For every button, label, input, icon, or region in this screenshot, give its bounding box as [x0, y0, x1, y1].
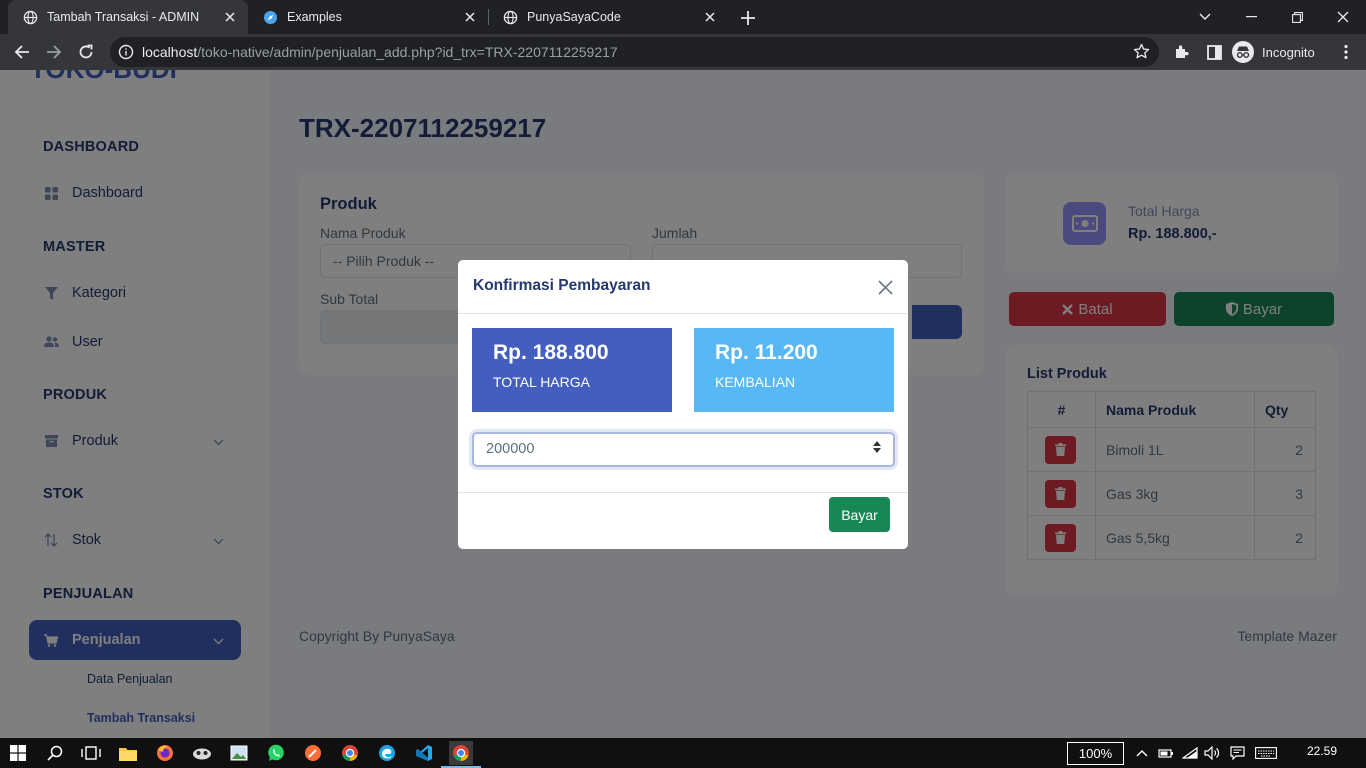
minimize-button[interactable]: [1228, 0, 1274, 34]
new-tab-button[interactable]: [737, 7, 759, 29]
payment-amount-input[interactable]: 200000: [472, 432, 895, 467]
kembalian-caption: KEMBALIAN: [715, 374, 796, 390]
extensions-puzzle-icon[interactable]: [1172, 42, 1192, 62]
chevron-up-icon[interactable]: [1134, 745, 1150, 761]
plus-icon: [741, 11, 755, 25]
arrow-right-icon: [47, 45, 62, 59]
restore-icon: [1291, 11, 1303, 23]
incognito-icon: [1232, 41, 1254, 63]
side-panel-icon[interactable]: [1204, 42, 1224, 62]
payment-amount-value: 200000: [486, 441, 535, 457]
modal-bayar-button[interactable]: Bayar: [829, 497, 890, 532]
vscode-button[interactable]: [412, 741, 436, 765]
windows-logo-icon: [10, 745, 26, 761]
photos-app-button[interactable]: [227, 741, 251, 765]
tab-examples[interactable]: Examples: [248, 0, 488, 34]
image-app-icon: [230, 745, 248, 761]
payment-confirmation-modal: Konfirmasi Pembayaran Rp. 188.800 TOTAL …: [458, 260, 908, 549]
system-clock[interactable]: 22.59: [1307, 744, 1337, 758]
task-view-icon: [81, 746, 101, 760]
chrome-icon: [342, 745, 358, 761]
profile-label: Incognito: [1262, 44, 1315, 60]
close-icon[interactable]: [462, 9, 478, 25]
edge-app-button[interactable]: [375, 741, 399, 765]
arrow-left-icon: [14, 45, 29, 59]
tab-tambah-transaksi[interactable]: Tambah Transaksi - ADMIN: [8, 0, 248, 34]
tab-title: Tambah Transaksi - ADMIN: [47, 10, 200, 24]
close-icon: [1337, 11, 1349, 23]
url-path: /toko-native/admin/penjualan_add.php?id_…: [197, 44, 618, 60]
close-icon[interactable]: [702, 9, 718, 25]
volume-icon[interactable]: [1204, 745, 1220, 761]
app-icon: [193, 748, 211, 760]
search-button[interactable]: [43, 741, 67, 765]
postman-icon: [305, 745, 321, 761]
url-host: localhost: [142, 44, 198, 60]
reload-button[interactable]: [74, 40, 98, 64]
wifi-icon[interactable]: [1182, 745, 1198, 761]
edge-icon: [379, 745, 395, 761]
minimize-icon: [1245, 16, 1257, 18]
chrome-incognito-button[interactable]: [441, 741, 481, 768]
browser-menu-button[interactable]: [1336, 42, 1356, 62]
chrome-button[interactable]: [338, 741, 362, 765]
address-bar[interactable]: localhost/toko-native/admin/penjualan_ad…: [110, 37, 1159, 67]
search-icon: [47, 745, 63, 761]
reload-icon: [79, 44, 93, 59]
chrome-icon: [453, 745, 469, 761]
web-page: TOKO-BUDI DASHBOARD Dashboard MASTER Kat…: [0, 70, 1366, 738]
info-icon[interactable]: [118, 44, 134, 65]
total-harga-summary: Rp. 188.800 TOTAL HARGA: [472, 328, 672, 412]
chevron-down-icon: [1199, 13, 1211, 20]
compass-icon: [262, 9, 278, 25]
whatsapp-icon: [268, 744, 284, 761]
whatsapp-button[interactable]: [264, 741, 288, 765]
firefox-button[interactable]: [153, 741, 177, 765]
notification-message-icon[interactable]: [1229, 745, 1245, 761]
close-icon[interactable]: [222, 9, 238, 25]
close-icon: [877, 279, 893, 295]
total-harga-amount: Rp. 188.800: [493, 341, 609, 364]
vscode-icon: [416, 745, 432, 761]
window-close-button[interactable]: [1320, 0, 1366, 34]
browser-toolbar: localhost/toko-native/admin/penjualan_ad…: [0, 34, 1366, 70]
tab-punyasayacode[interactable]: PunyaSayaCode: [488, 0, 728, 34]
modal-close-button[interactable]: [875, 277, 895, 297]
modal-title: Konfirmasi Pembayaran: [473, 277, 651, 294]
caret-down-icon[interactable]: [873, 448, 881, 453]
task-view-button[interactable]: [79, 741, 103, 765]
keyboard-icon[interactable]: [1255, 745, 1277, 761]
battery-plug-icon[interactable]: [1158, 745, 1174, 761]
zoom-level[interactable]: 100%: [1067, 742, 1124, 765]
xampp-app-button[interactable]: [190, 741, 214, 765]
url-text: localhost/toko-native/admin/penjualan_ad…: [142, 44, 618, 60]
forward-button[interactable]: [42, 40, 66, 64]
kembalian-summary: Rp. 11.200 KEMBALIAN: [694, 328, 894, 412]
windows-start-button[interactable]: [6, 741, 30, 765]
kembalian-amount: Rp. 11.200: [715, 341, 818, 364]
back-button[interactable]: [10, 40, 34, 64]
kebab-menu-icon: [1344, 44, 1348, 60]
total-harga-caption: TOTAL HARGA: [493, 374, 590, 390]
browser-tab-bar: Tambah Transaksi - ADMIN Examples PunyaS…: [0, 0, 1366, 34]
restore-button[interactable]: [1274, 0, 1320, 34]
caret-up-icon[interactable]: [873, 441, 881, 446]
file-explorer-button[interactable]: [116, 741, 140, 765]
globe-icon: [22, 9, 38, 25]
number-spinner[interactable]: [873, 441, 881, 453]
globe-icon: [502, 9, 518, 25]
windows-taskbar: 100% 22.59: [0, 738, 1366, 768]
postman-button[interactable]: [301, 741, 325, 765]
tab-search-button[interactable]: [1182, 0, 1228, 34]
firefox-icon: [157, 745, 173, 761]
bookmark-star-icon[interactable]: [1133, 43, 1150, 65]
tab-title: PunyaSayaCode: [527, 10, 621, 24]
modal-header: Konfirmasi Pembayaran: [458, 260, 908, 314]
folder-icon: [119, 747, 137, 761]
tab-title: Examples: [287, 10, 342, 24]
incognito-profile-button[interactable]: Incognito: [1232, 39, 1315, 65]
